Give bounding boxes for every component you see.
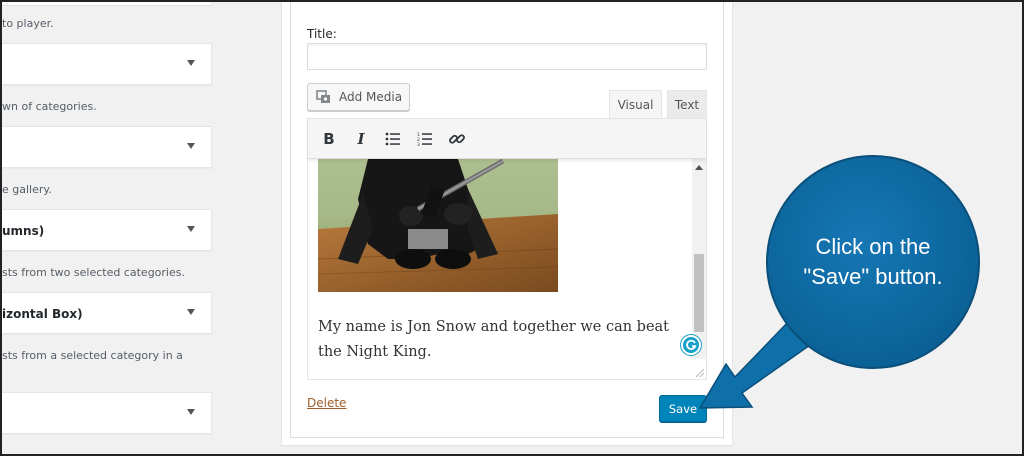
resize-handle-icon[interactable]	[696, 369, 704, 377]
caret-down-icon[interactable]	[187, 409, 195, 415]
tab-text[interactable]: Text	[667, 90, 707, 118]
delete-link[interactable]: Delete	[307, 396, 346, 410]
title-label: Title:	[307, 27, 337, 41]
tab-visual[interactable]: Visual	[609, 90, 662, 118]
widget-card[interactable]: izontal Box)	[0, 292, 212, 334]
insert-link-icon[interactable]	[446, 128, 468, 150]
svg-text:3: 3	[417, 142, 420, 146]
widget-card[interactable]: umns)	[0, 209, 212, 251]
widget-description: to player.	[2, 17, 54, 30]
bulleted-list-icon[interactable]	[382, 128, 404, 150]
scrollbar-thumb[interactable]	[694, 254, 704, 332]
rich-text-editor[interactable]: B I 1 2 3 My name is Jon Snow and togeth…	[307, 118, 707, 380]
caret-down-icon[interactable]	[187, 60, 195, 66]
widget-description: sts from a selected category in a	[2, 349, 183, 362]
widget-title: umns)	[2, 224, 45, 238]
add-media-icon	[316, 89, 330, 103]
numbered-list-icon[interactable]: 1 2 3	[414, 128, 436, 150]
callout-line: "Save" button.	[803, 264, 943, 289]
caret-down-icon[interactable]	[187, 309, 195, 315]
widget-description: sts from two selected categories.	[2, 266, 185, 279]
widget-title: izontal Box)	[2, 307, 83, 321]
available-widgets-column: to player. wn of categories. e gallery. …	[0, 0, 240, 456]
content-image	[318, 159, 558, 292]
caret-down-icon[interactable]	[187, 143, 195, 149]
add-media-button[interactable]: Add Media	[307, 83, 410, 111]
widget-description: wn of categories.	[2, 100, 97, 113]
italic-button[interactable]: I	[350, 128, 372, 150]
widget-card[interactable]	[0, 43, 212, 85]
caret-down-icon[interactable]	[187, 226, 195, 232]
save-button[interactable]: Save	[659, 395, 707, 422]
widget-card-partial[interactable]	[0, 0, 212, 6]
widget-card[interactable]	[0, 126, 212, 168]
title-input[interactable]	[307, 43, 707, 70]
editor-content[interactable]: My name is Jon Snow and together we can …	[308, 159, 692, 359]
widget-description: e gallery.	[2, 183, 52, 196]
widget-card[interactable]	[0, 392, 212, 434]
editor-scrollbar[interactable]	[692, 159, 706, 359]
bold-button[interactable]: B	[318, 128, 340, 150]
add-media-label: Add Media	[339, 90, 403, 104]
callout-line: Click on the	[815, 234, 931, 259]
grammarly-icon[interactable]	[681, 335, 701, 355]
editor-paragraph: My name is Jon Snow and together we can …	[318, 319, 670, 359]
editor-toolbar: B I 1 2 3	[308, 119, 706, 159]
scroll-up-arrow-icon[interactable]	[695, 165, 703, 170]
callout-text: Click on the "Save" button.	[764, 232, 982, 292]
